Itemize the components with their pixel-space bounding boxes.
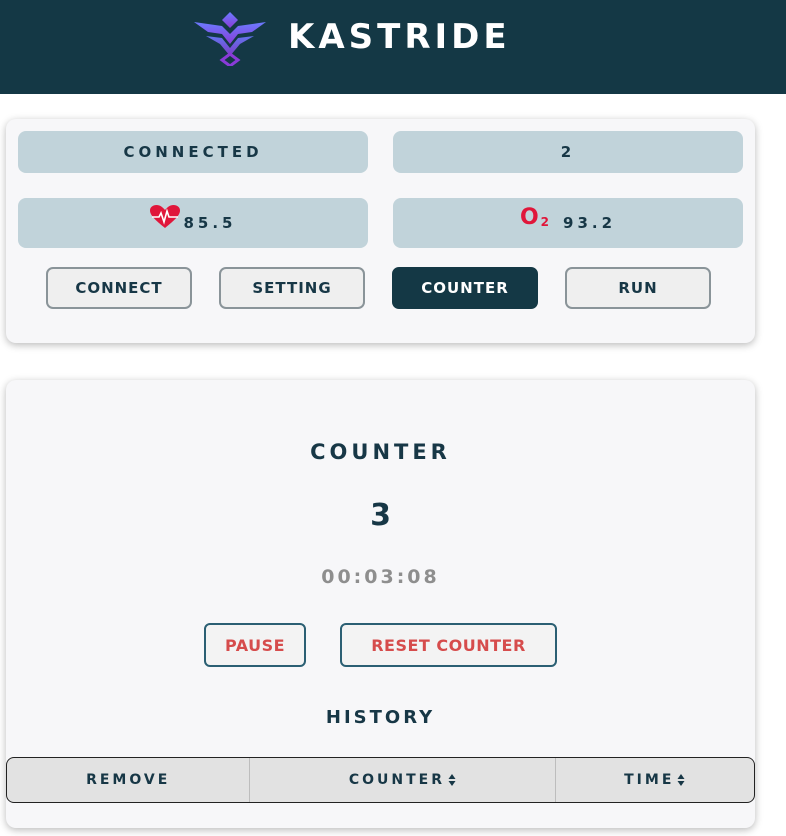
status-panel: CONNECTED 2 85.5 O2 93.2 CONNECT SETTING… <box>6 119 755 343</box>
heart-rate-tile: 85.5 <box>18 198 368 248</box>
oxygen-tile: O2 93.2 <box>393 198 743 248</box>
app-header: KASTRIDE <box>0 0 786 94</box>
history-table-header: REMOVE COUNTER TIME <box>6 757 755 803</box>
column-counter[interactable]: COUNTER <box>249 758 554 802</box>
history-title: HISTORY <box>325 707 436 728</box>
pause-button[interactable]: PAUSE <box>204 623 306 667</box>
counter-panel: COUNTER 3 00:03:08 PAUSE RESET COUNTER H… <box>6 380 755 828</box>
reset-counter-button[interactable]: RESET COUNTER <box>340 623 557 667</box>
column-remove: REMOVE <box>86 772 171 788</box>
kastride-logo-icon <box>194 12 266 66</box>
counter-value: 3 <box>370 498 391 533</box>
oxygen-value: 93.2 <box>563 214 617 232</box>
heart-pulse-icon <box>150 205 181 228</box>
sort-icon[interactable] <box>677 773 685 787</box>
counter-title: COUNTER <box>310 440 451 464</box>
device-count: 2 <box>393 131 743 173</box>
tab-run[interactable]: RUN <box>565 267 711 309</box>
tab-connect[interactable]: CONNECT <box>46 267 192 309</box>
column-time[interactable]: TIME <box>554 758 754 802</box>
tab-setting[interactable]: SETTING <box>219 267 365 309</box>
elapsed-timer: 00:03:08 <box>321 566 440 588</box>
heart-rate-value: 85.5 <box>183 214 237 232</box>
brand-name: KASTRIDE <box>288 17 511 57</box>
oxygen-icon: O2 <box>519 204 550 230</box>
sort-icon[interactable] <box>448 773 456 787</box>
connection-status: CONNECTED <box>18 131 368 173</box>
tab-counter[interactable]: COUNTER <box>392 267 538 309</box>
